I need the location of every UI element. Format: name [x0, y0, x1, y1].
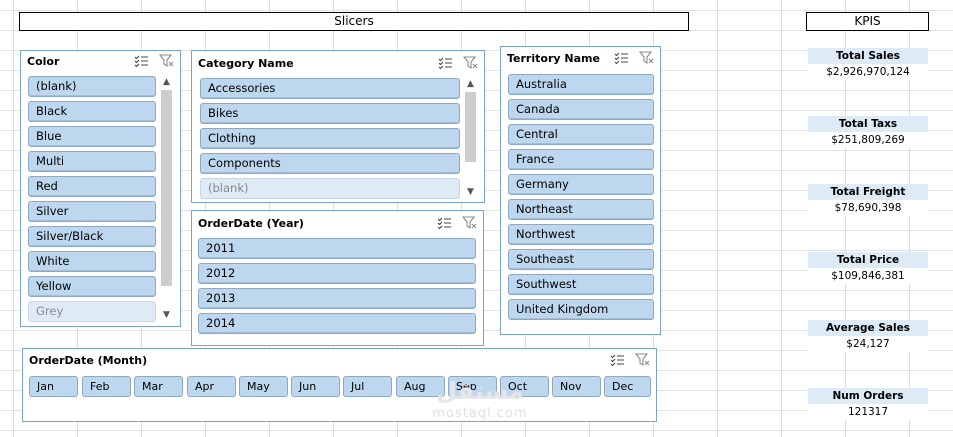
month-button-jun[interactable]: Jun [291, 376, 340, 397]
multi-select-icon[interactable] [438, 56, 453, 70]
list-item[interactable]: Northwest [508, 224, 654, 245]
month-button-may[interactable]: May [239, 376, 288, 397]
list-item[interactable]: 2011 [198, 238, 476, 259]
multi-select-icon[interactable] [610, 353, 625, 367]
list-item[interactable]: Silver/Black [28, 226, 156, 247]
kpi-average-sales: Average Sales $24,127 [808, 320, 928, 352]
list-item[interactable]: White [28, 251, 156, 272]
kpi-label: Average Sales [808, 320, 928, 336]
clear-filter-icon[interactable] [635, 353, 650, 367]
territory-slicer-title: Territory Name [507, 52, 600, 65]
category-slicer-title: Category Name [198, 57, 294, 70]
list-item[interactable]: France [508, 149, 654, 170]
multi-select-icon[interactable] [437, 216, 452, 230]
list-item[interactable]: Silver [28, 201, 156, 222]
scroll-up-icon[interactable]: ▲ [160, 76, 173, 88]
kpi-value: $24,127 [808, 336, 928, 352]
year-slicer[interactable]: OrderDate (Year) 2011 2012 2013 2014 [191, 210, 484, 346]
clear-filter-icon[interactable] [639, 51, 654, 65]
list-item[interactable]: Northeast [508, 199, 654, 220]
list-item[interactable]: Southeast [508, 249, 654, 270]
kpi-label: Total Freight [808, 184, 928, 200]
scroll-down-icon[interactable]: ▼ [464, 186, 477, 198]
list-item[interactable]: 2014 [198, 313, 476, 334]
slicers-banner: Slicers [19, 12, 689, 31]
kpi-label: Total Sales [808, 48, 928, 64]
kpi-label: Total Price [808, 252, 928, 268]
month-button-nov[interactable]: Nov [552, 376, 601, 397]
category-slicer[interactable]: Category Name Accessories Bikes Clothing… [191, 50, 485, 203]
scroll-thumb[interactable] [465, 92, 476, 162]
month-button-apr[interactable]: Apr [187, 376, 236, 397]
clear-filter-icon[interactable] [462, 216, 477, 230]
kpi-total-price: Total Price $109,846,381 [808, 252, 928, 284]
list-item[interactable]: Canada [508, 99, 654, 120]
scroll-down-icon[interactable]: ▼ [160, 309, 173, 321]
month-button-jan[interactable]: Jan [29, 376, 78, 397]
month-slicer-title: OrderDate (Month) [29, 354, 148, 367]
clear-filter-icon[interactable] [159, 54, 174, 68]
list-item[interactable]: Yellow [28, 276, 156, 297]
kpi-label: Num Orders [808, 388, 928, 404]
kpi-label: Total Taxs [808, 116, 928, 132]
kpi-value: $251,809,269 [808, 132, 928, 148]
category-scrollbar[interactable]: ▲ ▼ [464, 78, 477, 199]
watermark-arabic: مستقل [436, 377, 524, 405]
list-item[interactable]: Bikes [200, 103, 460, 124]
year-slicer-title: OrderDate (Year) [198, 217, 304, 230]
kpi-value: $109,846,381 [808, 268, 928, 284]
list-item[interactable]: (blank) [200, 178, 460, 199]
multi-select-icon[interactable] [614, 51, 629, 65]
multi-select-icon[interactable] [134, 54, 149, 68]
watermark-latin: mostaql.com [432, 406, 528, 421]
kpi-value: $78,690,398 [808, 200, 928, 216]
kpi-total-sales: Total Sales $2,926,970,124 [808, 48, 928, 80]
territory-slicer[interactable]: Territory Name Australia Canada Central … [500, 46, 661, 335]
color-scrollbar[interactable]: ▲ ▼ [160, 76, 173, 322]
month-button-dec[interactable]: Dec [604, 376, 651, 397]
kpi-total-taxs: Total Taxs $251,809,269 [808, 116, 928, 148]
list-item[interactable]: Grey [28, 301, 156, 322]
scroll-thumb[interactable] [161, 90, 172, 286]
list-item[interactable]: Red [28, 176, 156, 197]
list-item[interactable]: Central [508, 124, 654, 145]
kpi-total-freight: Total Freight $78,690,398 [808, 184, 928, 216]
list-item[interactable]: 2012 [198, 263, 476, 284]
list-item[interactable]: Southwest [508, 274, 654, 295]
list-item[interactable]: Accessories [200, 78, 460, 99]
list-item[interactable]: United Kingdom [508, 299, 654, 320]
color-slicer[interactable]: Color (blank) Black Blue Multi Red Silve… [20, 50, 181, 327]
kpis-banner: KPIS [806, 12, 929, 31]
list-item[interactable]: Black [28, 101, 156, 122]
month-button-jul[interactable]: Jul [343, 376, 392, 397]
scroll-up-icon[interactable]: ▲ [464, 78, 477, 90]
list-item[interactable]: Germany [508, 174, 654, 195]
month-button-mar[interactable]: Mar [134, 376, 183, 397]
month-button-feb[interactable]: Feb [82, 376, 131, 397]
kpi-num-orders: Num Orders 121317 [808, 388, 928, 420]
kpi-value: 121317 [808, 404, 928, 420]
list-item[interactable]: Components [200, 153, 460, 174]
list-item[interactable]: Multi [28, 151, 156, 172]
list-item[interactable]: 2013 [198, 288, 476, 309]
list-item[interactable]: Clothing [200, 128, 460, 149]
color-slicer-title: Color [27, 55, 60, 68]
kpi-value: $2,926,970,124 [808, 64, 928, 80]
list-item[interactable]: Australia [508, 74, 654, 95]
list-item[interactable]: Blue [28, 126, 156, 147]
month-slicer[interactable]: OrderDate (Month) Jan Feb Mar Apr May Ju… [22, 348, 657, 422]
list-item[interactable]: (blank) [28, 76, 156, 97]
clear-filter-icon[interactable] [463, 56, 478, 70]
